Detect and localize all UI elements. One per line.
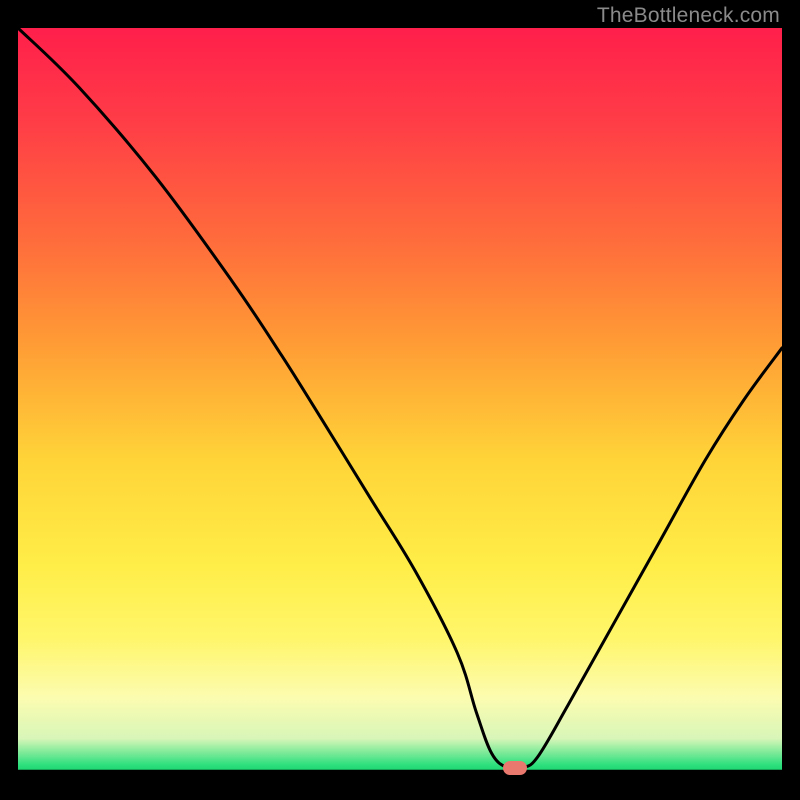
watermark-text: TheBottleneck.com [597,4,780,28]
plot-svg [18,28,782,772]
plot-frame [18,28,782,772]
optimum-marker [503,761,527,775]
gradient-bg [18,28,782,772]
chart-container: TheBottleneck.com [0,0,800,800]
